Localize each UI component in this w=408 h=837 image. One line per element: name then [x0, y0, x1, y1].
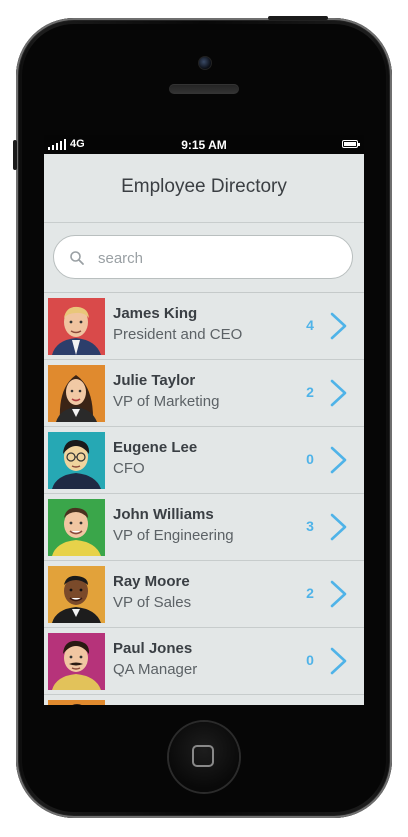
- chevron-right-icon[interactable]: [328, 311, 350, 341]
- report-count: 3: [306, 518, 314, 534]
- employee-title: President and CEO: [113, 326, 243, 343]
- status-time: 9:15 AM: [181, 138, 227, 152]
- employee-name: Paul Jones: [113, 640, 193, 657]
- avatar: [48, 566, 105, 623]
- chevron-right-icon[interactable]: [328, 445, 350, 475]
- chevron-right-icon[interactable]: [328, 512, 350, 542]
- chevron-right-icon[interactable]: [328, 378, 350, 408]
- volume-button: [13, 140, 17, 170]
- avatar: [48, 365, 105, 422]
- avatar: [48, 633, 105, 690]
- front-camera: [198, 56, 212, 70]
- status-bar: 4G 9:15 AM: [44, 135, 364, 154]
- avatar: [48, 700, 105, 705]
- employee-row[interactable]: Ray Moore VP of Sales 2: [44, 561, 364, 628]
- employee-title: CFO: [113, 460, 145, 477]
- sleep-button: [268, 16, 328, 20]
- search-bar: [44, 223, 364, 293]
- search-icon: [70, 251, 84, 265]
- earpiece-speaker: [169, 84, 239, 94]
- navigation-bar: Employee Directory: [44, 154, 364, 223]
- report-count: 0: [306, 652, 314, 668]
- home-button[interactable]: [169, 722, 239, 792]
- page-title: Employee Directory: [121, 176, 287, 197]
- employee-name: Julie Taylor: [113, 372, 196, 389]
- employee-row[interactable]: [44, 695, 364, 705]
- employee-name: James King: [113, 305, 198, 322]
- search-field[interactable]: [53, 235, 353, 279]
- search-input[interactable]: [96, 244, 340, 272]
- employee-title: QA Manager: [113, 661, 198, 678]
- employee-row[interactable]: James King President and CEO 4: [44, 293, 364, 360]
- app-screen: 4G 9:15 AM Employee Directory search Jam…: [44, 135, 364, 705]
- chevron-right-icon[interactable]: [328, 646, 350, 676]
- chevron-right-icon[interactable]: [328, 579, 350, 609]
- avatar: [48, 432, 105, 489]
- employee-row[interactable]: Paul Jones QA Manager 0: [44, 628, 364, 695]
- employee-name: Eugene Lee: [113, 439, 198, 456]
- report-count: 2: [306, 585, 314, 601]
- employee-title: VP of Sales: [113, 594, 192, 611]
- avatar: [48, 499, 105, 556]
- employee-row[interactable]: John Williams VP of Engineering 3: [44, 494, 364, 561]
- employee-list: James King President and CEO 4 Julie Tay…: [44, 293, 364, 705]
- report-count: 2: [306, 384, 314, 400]
- home-square-icon: [192, 745, 214, 767]
- report-count: 0: [306, 451, 314, 467]
- employee-title: VP of Engineering: [113, 527, 234, 544]
- employee-row[interactable]: Eugene Lee CFO 0: [44, 427, 364, 494]
- avatar: [48, 298, 105, 355]
- battery-icon: [342, 140, 360, 148]
- employee-row[interactable]: Julie Taylor VP of Marketing 2: [44, 360, 364, 427]
- employee-name: Ray Moore: [113, 573, 190, 590]
- report-count: 4: [306, 317, 314, 333]
- employee-title: VP of Marketing: [113, 393, 220, 410]
- employee-name: John Williams: [113, 506, 214, 523]
